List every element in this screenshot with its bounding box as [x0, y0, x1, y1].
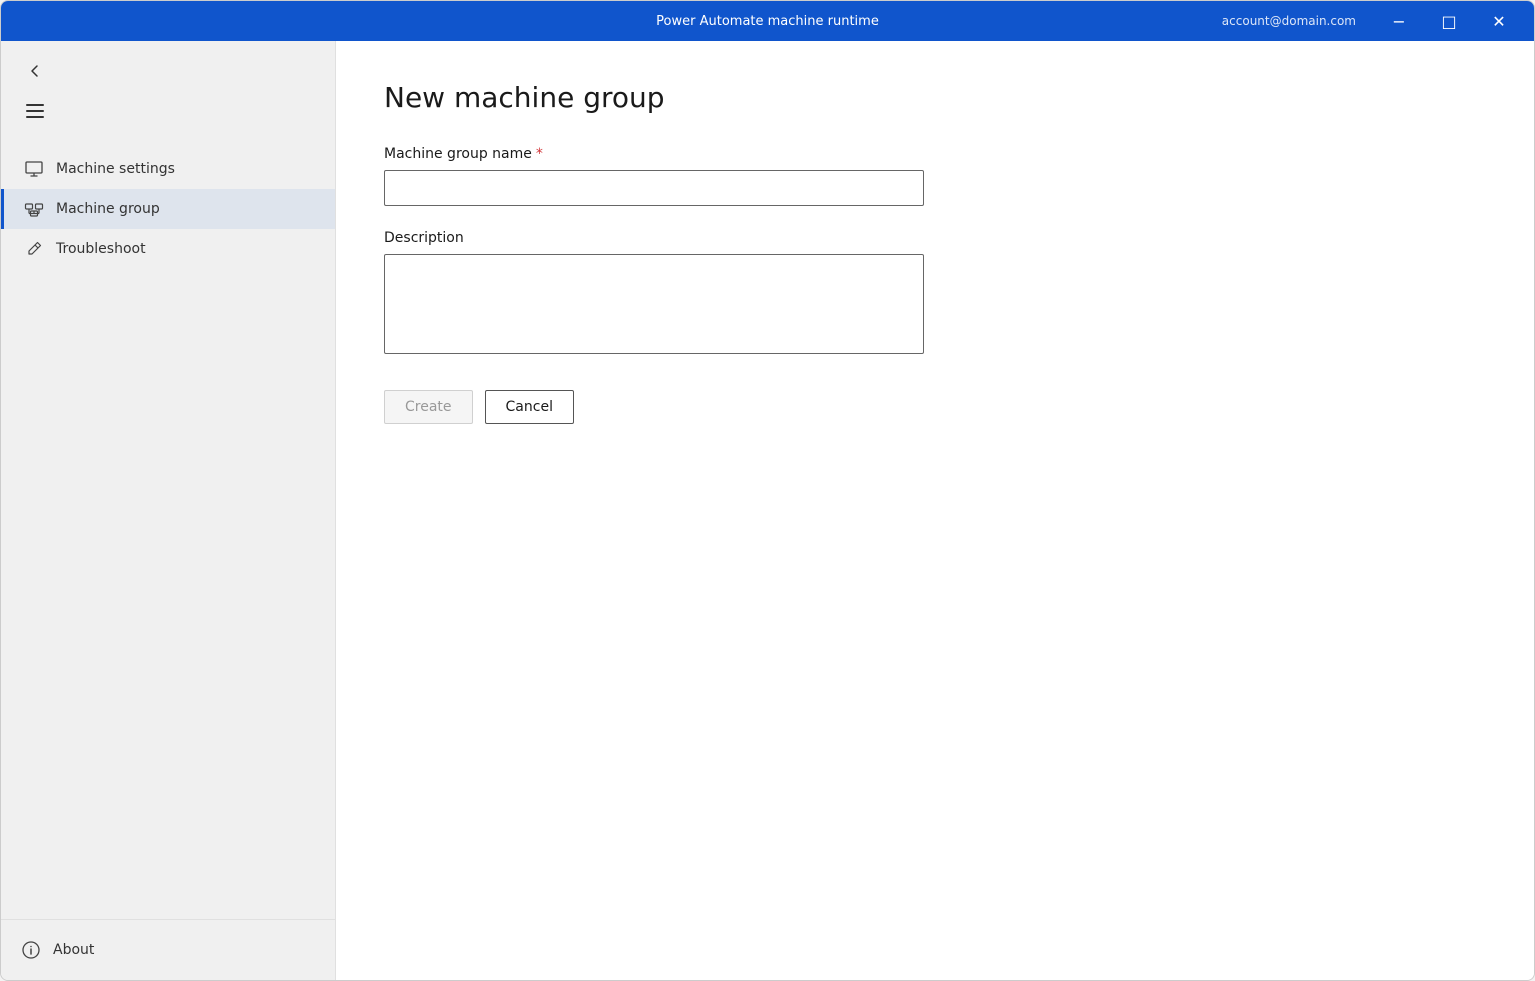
machine-group-name-label: Machine group name [384, 146, 532, 162]
machine-settings-icon [24, 159, 44, 179]
about-item[interactable]: About [21, 932, 315, 968]
sidebar: Machine settings [1, 41, 336, 980]
sidebar-item-machine-settings-label: Machine settings [56, 161, 175, 177]
account-label: account@domain.com [1222, 14, 1356, 28]
machine-group-name-input[interactable] [384, 170, 924, 206]
machine-group-icon [24, 199, 44, 219]
about-label: About [53, 942, 94, 958]
page-title: New machine group [384, 81, 1486, 114]
machine-group-name-group: Machine group name * [384, 146, 1486, 206]
description-label-container: Description [384, 230, 1486, 246]
form-actions: Create Cancel [384, 390, 1486, 424]
sidebar-item-troubleshoot[interactable]: Troubleshoot [1, 229, 335, 269]
machine-group-name-label-container: Machine group name * [384, 146, 1486, 162]
app-title: Power Automate machine runtime [656, 14, 879, 29]
title-bar: Power Automate machine runtime account@d… [1, 1, 1534, 41]
app-window: Power Automate machine runtime account@d… [0, 0, 1535, 981]
main-layout: Machine settings [1, 41, 1534, 980]
sidebar-item-troubleshoot-label: Troubleshoot [56, 241, 146, 257]
sidebar-top [1, 41, 335, 141]
close-button[interactable]: ✕ [1476, 5, 1522, 37]
title-bar-center: Power Automate machine runtime [516, 14, 1019, 29]
back-button[interactable] [17, 53, 53, 89]
sidebar-item-machine-group[interactable]: Machine group [1, 189, 335, 229]
sidebar-bottom: About [1, 919, 335, 980]
description-group: Description [384, 230, 1486, 358]
content-area: New machine group Machine group name * D… [336, 41, 1534, 980]
cancel-button[interactable]: Cancel [485, 390, 574, 424]
required-star: * [536, 146, 543, 162]
create-button[interactable]: Create [384, 390, 473, 424]
hamburger-icon [26, 104, 44, 118]
troubleshoot-icon [24, 239, 44, 259]
sidebar-item-machine-settings[interactable]: Machine settings [1, 149, 335, 189]
maximize-button[interactable]: □ [1426, 5, 1472, 37]
sidebar-item-machine-group-label: Machine group [56, 201, 160, 217]
about-icon [21, 940, 41, 960]
nav-items: Machine settings [1, 141, 335, 919]
minimize-button[interactable]: − [1376, 5, 1422, 37]
hamburger-button[interactable] [17, 93, 53, 129]
description-label: Description [384, 230, 464, 246]
description-textarea[interactable] [384, 254, 924, 354]
title-bar-right: account@domain.com − □ ✕ [1019, 5, 1522, 37]
